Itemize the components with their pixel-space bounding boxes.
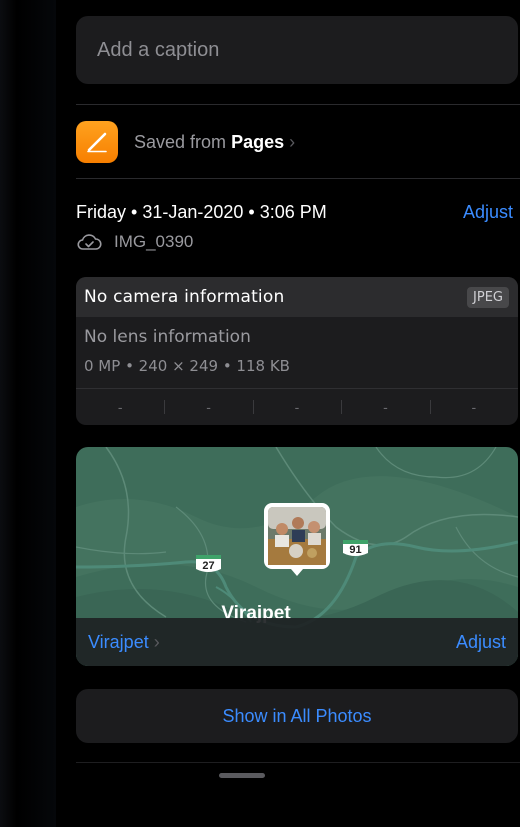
exif-value: -	[252, 389, 341, 425]
caption-field[interactable]: Add a caption	[76, 16, 518, 84]
source-app-name: Pages	[231, 131, 285, 152]
exif-value: -	[429, 389, 518, 425]
exif-value: -	[117, 399, 123, 415]
background-edge	[0, 0, 56, 827]
chevron-right-icon: ›	[289, 131, 296, 152]
location-name: Virajpet	[88, 631, 149, 652]
photo-info-panel: Add a caption Saved from Pages › Friday …	[56, 0, 520, 827]
filename: IMG_0390	[114, 232, 194, 251]
adjust-date-button[interactable]: Adjust	[463, 202, 513, 223]
adjust-location-button[interactable]: Adjust	[456, 632, 506, 653]
chevron-right-icon: ›	[153, 631, 160, 652]
divider	[76, 104, 520, 105]
saved-from-prefix: Saved from	[134, 131, 227, 152]
icloud-check-icon	[77, 234, 102, 250]
pages-app-icon	[76, 121, 118, 163]
divider	[76, 762, 520, 763]
route-shield-91: 91	[343, 540, 368, 556]
route-shield-27: 27	[196, 555, 221, 572]
location-link[interactable]: Virajpet ›	[88, 632, 160, 653]
exif-value: -	[164, 389, 252, 425]
show-in-all-photos-button[interactable]: Show in All Photos	[76, 689, 518, 743]
sheet-grabber[interactable]	[219, 773, 265, 778]
photo-pin[interactable]	[264, 503, 330, 576]
capture-date: Friday • 31-Jan-2020 • 3:06 PM	[76, 202, 327, 222]
caption-placeholder: Add a caption	[97, 38, 220, 61]
format-badge: JPEG	[467, 286, 509, 308]
saved-from-row[interactable]: Saved from Pages ›	[76, 121, 295, 163]
route-label-27: 27	[202, 560, 214, 572]
file-row: IMG_0390	[76, 232, 193, 252]
exif-card: No camera information JPEG No lens infor…	[76, 277, 518, 425]
camera-info: No camera information	[84, 287, 285, 307]
location-map[interactable]: 27 91 Virajpet Virajpet › Adjust	[76, 447, 518, 666]
lens-info: No lens information	[84, 327, 251, 347]
route-label-91: 91	[349, 544, 361, 556]
exif-value: -	[341, 389, 429, 425]
exif-header: No camera information JPEG	[76, 277, 518, 317]
image-specs: 0 MP • 240 × 249 • 118 KB	[84, 357, 290, 375]
exif-values-row: - - - - -	[76, 389, 518, 425]
saved-from-label: Saved from Pages	[134, 132, 284, 153]
map-footer: Virajpet › Adjust	[76, 618, 518, 666]
divider	[76, 178, 520, 179]
